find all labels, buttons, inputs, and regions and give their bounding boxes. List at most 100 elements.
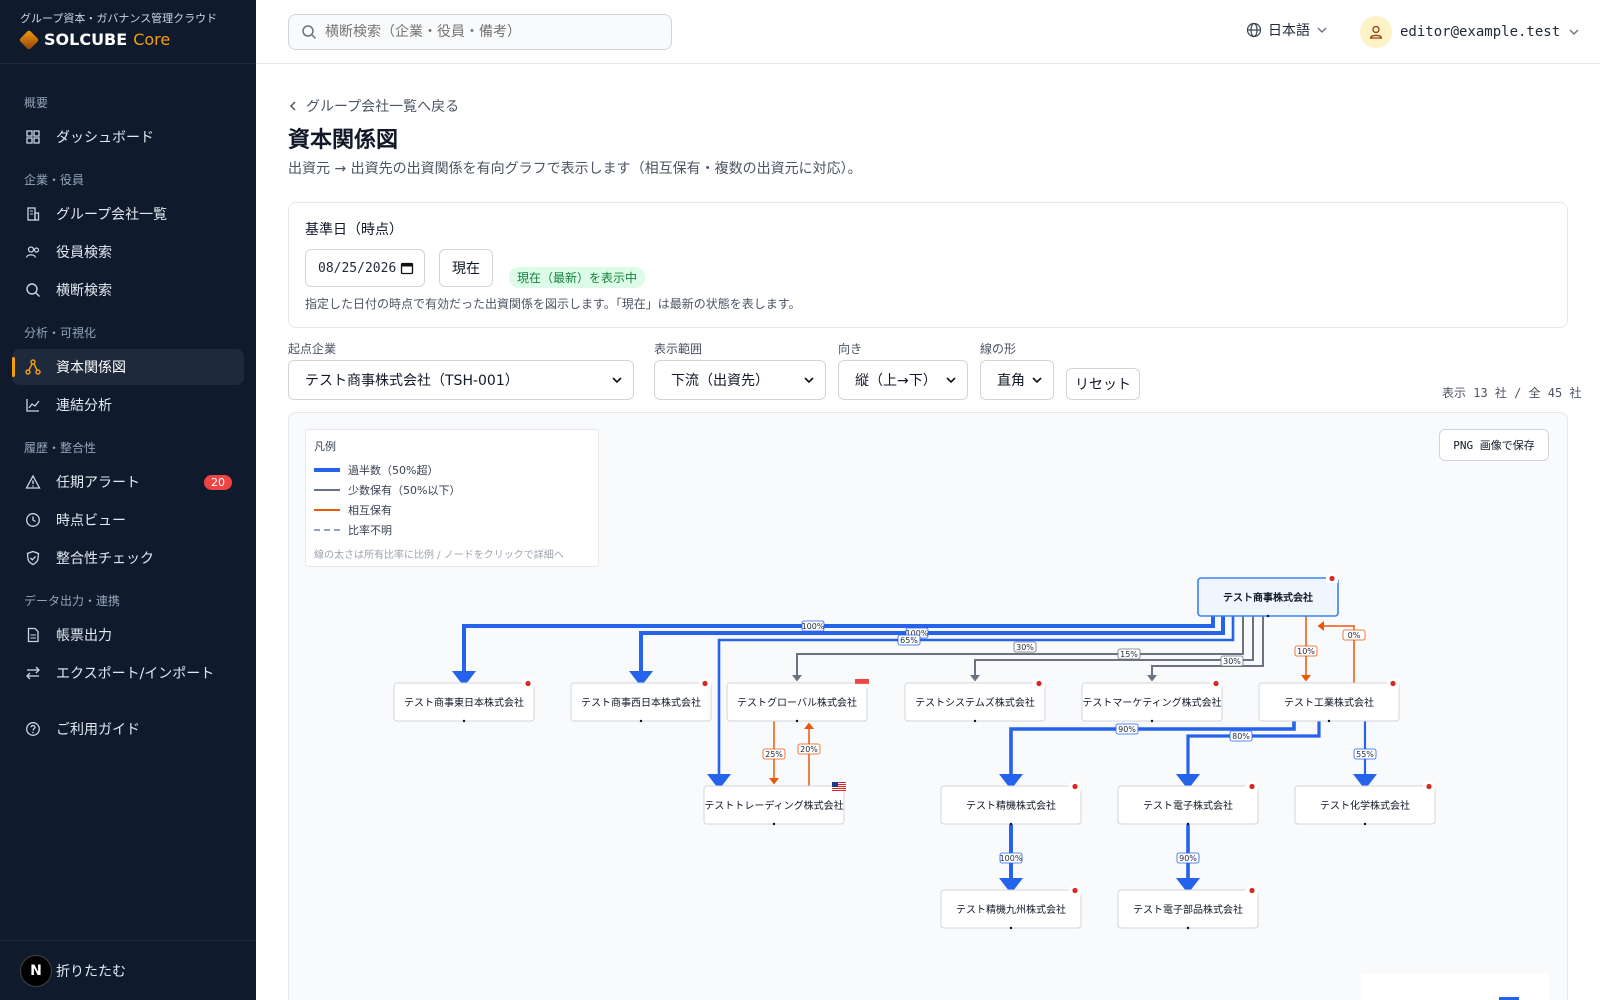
edge-percent-label: 30% <box>1220 655 1244 667</box>
line-shape-label: 線の形 <box>980 342 1017 356</box>
ownership-edge[interactable]: 0% <box>1317 621 1366 683</box>
company-node[interactable]: テスト商事株式会社 <box>1197 574 1339 618</box>
chevron-down-icon <box>1569 29 1579 35</box>
jp-flag-icon <box>1387 679 1399 688</box>
chevron-down-icon <box>1032 377 1042 384</box>
ownership-edge[interactable]: 20% <box>797 722 821 787</box>
date-filter-card: 基準日（時点） 08/25/2026 現在 現在（最新）を表示中 指定した日付の… <box>288 202 1568 328</box>
company-node[interactable]: テストマーケティング株式会社 <box>1081 679 1223 723</box>
sidebar-item[interactable]: エクスポート/インポート <box>12 655 244 691</box>
sidebar-item-label: エクスポート/インポート <box>56 666 215 682</box>
ownership-edge[interactable]: 55% <box>1353 721 1377 790</box>
sidebar-item[interactable]: 連結分析 <box>12 387 244 423</box>
swap-icon <box>24 664 42 682</box>
network-icon <box>24 358 42 376</box>
global-search[interactable] <box>288 14 672 50</box>
capital-graph[interactable]: 100% 100% 65% 30% 15% 30% 10% 0% 25% 20% 90% 80% 55%… <box>288 412 1568 1000</box>
chevron-left-icon <box>289 101 296 111</box>
search-icon <box>302 25 317 40</box>
ownership-edge[interactable]: 100% <box>452 616 1215 687</box>
sidebar-item[interactable]: 整合性チェック <box>12 540 244 576</box>
date-hint: 指定した日付の時点で有効だった出資関係を図示します。「現在」は最新の状態を表しま… <box>305 297 801 311</box>
jp-flag-icon <box>1069 782 1081 791</box>
direction-select[interactable]: 縦（上→下） <box>838 360 968 400</box>
line-shape-select[interactable]: 直角 <box>980 360 1054 400</box>
date-input[interactable]: 08/25/2026 <box>305 249 425 287</box>
now-button[interactable]: 現在 <box>439 249 493 287</box>
sidebar-item-label: 横断検索 <box>56 283 112 299</box>
ownership-edge[interactable]: 100% <box>999 824 1023 894</box>
edge-arrowhead <box>1317 621 1324 631</box>
edge-arrowhead <box>792 675 802 682</box>
company-count: 表示 13 社 / 全 45 社 <box>1442 386 1582 400</box>
company-node[interactable]: テスト化学株式会社 <box>1294 782 1436 826</box>
company-node[interactable]: テスト電子部品株式会社 <box>1117 886 1259 930</box>
sidebar-item[interactable]: 任期アラート 20 <box>12 464 244 500</box>
language-selector[interactable]: 日本語 <box>1246 20 1328 40</box>
company-node[interactable]: テストトレーディング株式会社 <box>703 782 846 826</box>
scope-select[interactable]: 下流（出資先） <box>654 360 826 400</box>
sidebar-item-label: 時点ビュー <box>56 513 126 529</box>
company-node[interactable]: テスト商事西日本株式会社 <box>570 679 712 723</box>
brand[interactable]: グループ資本・ガバナンス管理クラウド SOLCUBE Core <box>0 0 256 64</box>
alert-count-badge: 20 <box>204 474 232 490</box>
company-node[interactable]: テスト精機株式会社 <box>940 782 1082 826</box>
company-node[interactable]: テストグローバル株式会社 <box>726 679 870 723</box>
sidebar-item[interactable]: 時点ビュー <box>12 502 244 538</box>
ownership-edge[interactable]: 10% <box>1294 616 1318 682</box>
sidebar-item[interactable]: 資本関係図 <box>12 349 244 385</box>
save-png-button[interactable]: PNG 画像で保存 <box>1439 429 1549 461</box>
svg-text:65%: 65% <box>900 636 918 645</box>
company-node-label: テスト商事東日本株式会社 <box>404 696 524 709</box>
user-menu[interactable]: editor@example.test <box>1360 16 1580 48</box>
main-content: グループ会社一覧へ戻る 資本関係図 出資元 → 出資先の出資関係を有向グラフで表… <box>256 64 1600 1000</box>
company-node[interactable]: テスト精機九州株式会社 <box>940 886 1082 930</box>
search-icon <box>24 281 42 299</box>
sidebar-item[interactable]: ご利用ガイド <box>12 711 244 747</box>
company-node[interactable]: テスト商事東日本株式会社 <box>393 679 535 723</box>
back-link[interactable]: グループ会社一覧へ戻る <box>288 96 459 116</box>
sidebar-item-label: 資本関係図 <box>56 360 126 376</box>
ownership-edge[interactable]: 25% <box>762 721 786 785</box>
sidebar-item[interactable]: 役員検索 <box>12 234 244 270</box>
collapse-button[interactable]: N 折りたたむ <box>0 940 256 1000</box>
svg-text:30%: 30% <box>1016 643 1034 652</box>
user-avatar <box>1360 16 1392 48</box>
edge-percent-label: 90% <box>1176 852 1200 864</box>
back-link-label: グループ会社一覧へ戻る <box>306 99 460 115</box>
clock-icon <box>24 511 42 529</box>
company-node[interactable]: テスト工業株式会社 <box>1258 679 1400 723</box>
brand-tagline: グループ資本・ガバナンス管理クラウド <box>20 12 218 25</box>
sidebar-item[interactable]: ダッシュボード <box>12 119 244 155</box>
legend-label: 比率不明 <box>348 524 392 537</box>
edge-arrowhead <box>769 778 779 785</box>
reset-button[interactable]: リセット <box>1066 368 1140 400</box>
legend-title: 凡例 <box>314 440 336 453</box>
avatar[interactable]: N <box>20 954 52 987</box>
calendar-icon[interactable] <box>400 261 414 275</box>
origin-select[interactable]: テスト商事株式会社（TSH-001） <box>288 360 634 400</box>
ownership-edge[interactable]: 80% <box>1176 721 1321 790</box>
sg-flag-icon <box>854 679 870 689</box>
nav-section-title: 概要 <box>24 96 49 110</box>
direction-value: 縦（上→下） <box>855 373 937 389</box>
company-node-label: テストシステムズ株式会社 <box>915 696 1035 709</box>
nav-section-title: 分析・可視化 <box>24 326 97 340</box>
sidebar-item[interactable]: 帳票出力 <box>12 617 244 653</box>
sidebar-item[interactable]: グループ会社一覧 <box>12 196 244 232</box>
edge-line <box>1009 721 1296 774</box>
company-node-label: テスト精機株式会社 <box>966 799 1056 812</box>
ownership-edge[interactable]: 90% <box>1176 824 1200 894</box>
company-node[interactable]: テストシステムズ株式会社 <box>904 679 1046 723</box>
minimap[interactable] <box>1361 973 1549 1000</box>
legend-item: 相互保有 <box>314 500 590 520</box>
sidebar-item-label: グループ会社一覧 <box>56 207 168 223</box>
company-node[interactable]: テスト電子株式会社 <box>1117 782 1259 826</box>
legend-swatch <box>314 468 340 472</box>
company-node-label: テストグローバル株式会社 <box>737 696 857 709</box>
language-label: 日本語 <box>1268 23 1310 39</box>
sidebar-item[interactable]: 横断検索 <box>12 272 244 308</box>
chevron-down-icon <box>1317 27 1327 33</box>
sidebar: グループ資本・ガバナンス管理クラウド SOLCUBE Core 概要ダッシュボー… <box>0 0 256 1000</box>
search-input[interactable] <box>325 24 655 40</box>
